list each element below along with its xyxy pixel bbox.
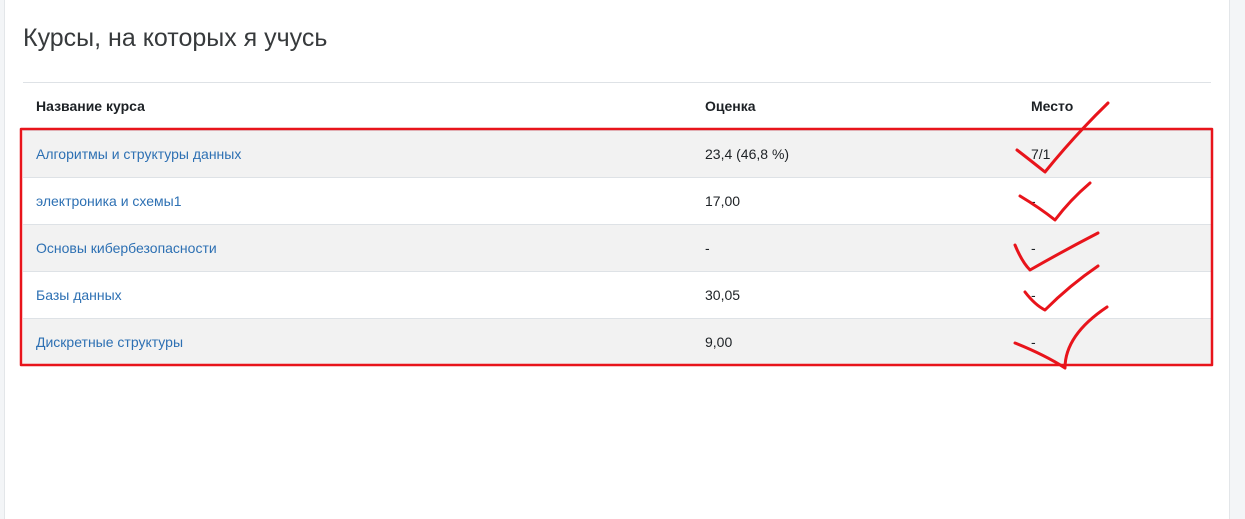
rank-cell: - — [1018, 318, 1211, 366]
table-row: электроника и схемы1 17,00 - — [23, 177, 1211, 225]
rank-cell: 7/1 — [1018, 130, 1211, 178]
table-row: Базы данных 30,05 - — [23, 271, 1211, 319]
course-link-databases[interactable]: Базы данных — [36, 287, 122, 303]
grade-cell: 30,05 — [692, 271, 1018, 319]
course-link-electronics[interactable]: электроника и схемы1 — [36, 193, 182, 209]
header-course-name: Название курса — [23, 83, 692, 131]
rank-cell: - — [1018, 224, 1211, 272]
header-rank: Место — [1018, 83, 1211, 131]
rank-cell: - — [1018, 177, 1211, 225]
course-link-algorithms[interactable]: Алгоритмы и структуры данных — [36, 146, 241, 162]
table-header-row: Название курса Оценка Место — [23, 83, 1211, 131]
course-name-cell: Базы данных — [23, 271, 692, 319]
table-row: Основы кибербезопасности - - — [23, 224, 1211, 272]
course-name-cell: Алгоритмы и структуры данных — [23, 130, 692, 178]
course-link-cybersecurity[interactable]: Основы кибербезопасности — [36, 240, 217, 256]
rank-cell: - — [1018, 271, 1211, 319]
grade-cell: 17,00 — [692, 177, 1018, 225]
course-name-cell: Основы кибербезопасности — [23, 224, 692, 272]
table-row: Дискретные структуры 9,00 - — [23, 318, 1211, 366]
grade-cell: 9,00 — [692, 318, 1018, 366]
grade-cell: 23,4 (46,8 %) — [692, 130, 1018, 178]
course-link-discrete[interactable]: Дискретные структуры — [36, 334, 183, 350]
courses-card: Курсы, на которых я учусь Название курса… — [4, 0, 1230, 519]
page-title: Курсы, на которых я учусь — [23, 24, 328, 52]
course-name-cell: электроника и схемы1 — [23, 177, 692, 225]
course-name-cell: Дискретные структуры — [23, 318, 692, 366]
courses-grades-table: Название курса Оценка Место Алгоритмы и … — [23, 83, 1211, 366]
grade-cell: - — [692, 224, 1018, 272]
header-grade: Оценка — [692, 83, 1018, 131]
table-row: Алгоритмы и структуры данных 23,4 (46,8 … — [23, 130, 1211, 178]
